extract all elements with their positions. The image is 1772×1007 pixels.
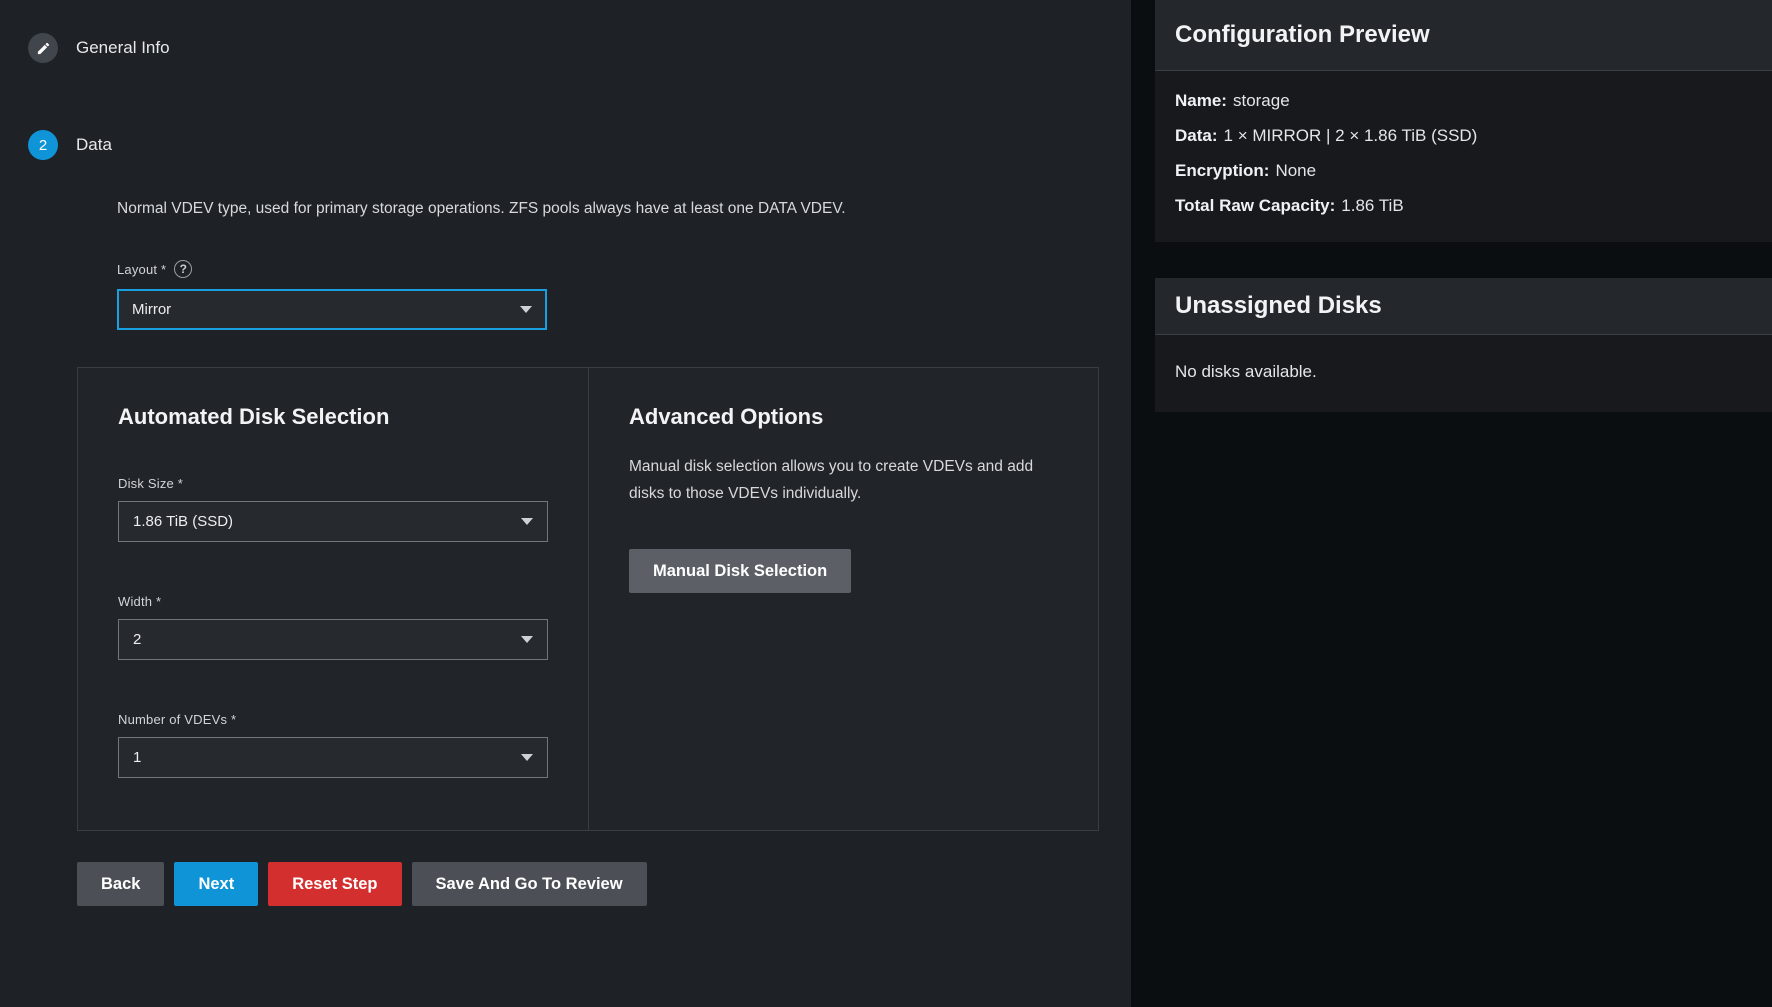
automated-disk-selection-title: Automated Disk Selection (118, 404, 548, 430)
preview-data-value: 1 × MIRROR | 2 × 1.86 TiB (SSD) (1224, 126, 1478, 145)
next-button[interactable]: Next (174, 862, 258, 906)
chevron-down-icon (520, 306, 532, 313)
help-glyph: ? (180, 262, 187, 276)
manual-disk-selection-button[interactable]: Manual Disk Selection (629, 549, 851, 593)
step-general-info-label: General Info (76, 38, 170, 58)
chevron-down-icon (521, 518, 533, 525)
number-of-vdevs-label: Number of VDEVs * (118, 712, 548, 727)
step-data-label: Data (76, 135, 112, 155)
chevron-down-icon (521, 754, 533, 761)
layout-field: Layout * ? Mirror (117, 260, 1131, 330)
preview-encryption-label: Encryption: (1175, 161, 1269, 180)
disk-size-value: 1.86 TiB (SSD) (133, 513, 233, 530)
disk-size-label: Disk Size * (118, 476, 548, 491)
data-step-content: Normal VDEV type, used for primary stora… (77, 198, 1131, 906)
step-actions: Back Next Reset Step Save And Go To Revi… (77, 862, 1131, 906)
advanced-options-title: Advanced Options (629, 404, 1058, 430)
preview-capacity-value: 1.86 TiB (1341, 196, 1403, 215)
unassigned-disks-card: Unassigned Disks No disks available. (1155, 278, 1772, 412)
reset-step-button[interactable]: Reset Step (268, 862, 401, 906)
disk-size-field: Disk Size * 1.86 TiB (SSD) (118, 476, 548, 542)
preview-encryption-value: None (1275, 161, 1316, 180)
layout-select-value: Mirror (132, 301, 171, 318)
preview-name-label: Name: (1175, 91, 1227, 110)
back-button[interactable]: Back (77, 862, 164, 906)
help-icon[interactable]: ? (174, 260, 192, 278)
number-of-vdevs-select[interactable]: 1 (118, 737, 548, 778)
width-select[interactable]: 2 (118, 619, 548, 660)
width-label: Width * (118, 594, 548, 609)
save-and-go-to-review-button[interactable]: Save And Go To Review (412, 862, 647, 906)
step-data[interactable]: 2 Data (28, 130, 1131, 160)
unassigned-disks-title: Unassigned Disks (1175, 292, 1752, 320)
number-of-vdevs-value: 1 (133, 749, 141, 766)
configuration-sidebar: Configuration Preview Name: storage Data:… (1131, 0, 1772, 1007)
preview-row-encryption: Encryption: None (1175, 161, 1752, 181)
advanced-options-description: Manual disk selection allows you to crea… (629, 454, 1058, 507)
preview-data-label: Data: (1175, 126, 1218, 145)
width-field: Width * 2 (118, 594, 548, 660)
disk-size-select[interactable]: 1.86 TiB (SSD) (118, 501, 548, 542)
wizard-main: General Info 2 Data Normal VDEV type, us… (0, 0, 1131, 1007)
preview-row-data: Data: 1 × MIRROR | 2 × 1.86 TiB (SSD) (1175, 126, 1752, 146)
chevron-down-icon (521, 636, 533, 643)
layout-select[interactable]: Mirror (117, 289, 547, 330)
width-value: 2 (133, 631, 141, 648)
data-vdev-description: Normal VDEV type, used for primary stora… (117, 198, 1017, 220)
number-of-vdevs-field: Number of VDEVs * 1 (118, 712, 548, 778)
step-number: 2 (39, 137, 47, 154)
configuration-preview-card: Configuration Preview Name: storage Data:… (1155, 0, 1772, 242)
preview-row-capacity: Total Raw Capacity: 1.86 TiB (1175, 196, 1752, 216)
step-data-indicator: 2 (28, 130, 58, 160)
preview-capacity-label: Total Raw Capacity: (1175, 196, 1335, 215)
configuration-preview-title: Configuration Preview (1175, 21, 1752, 49)
step-general-info[interactable]: General Info (28, 33, 1131, 63)
preview-name-value: storage (1233, 91, 1290, 110)
automated-disk-selection-section: Automated Disk Selection Disk Size * 1.8… (78, 368, 588, 830)
edit-icon (28, 33, 58, 63)
layout-label: Layout * (117, 262, 166, 277)
preview-row-name: Name: storage (1175, 91, 1752, 111)
unassigned-disks-empty: No disks available. (1155, 335, 1772, 412)
advanced-options-section: Advanced Options Manual disk selection a… (588, 368, 1098, 830)
pool-creation-wizard: General Info 2 Data Normal VDEV type, us… (0, 0, 1772, 1007)
disk-selection-panel: Automated Disk Selection Disk Size * 1.8… (77, 367, 1099, 831)
